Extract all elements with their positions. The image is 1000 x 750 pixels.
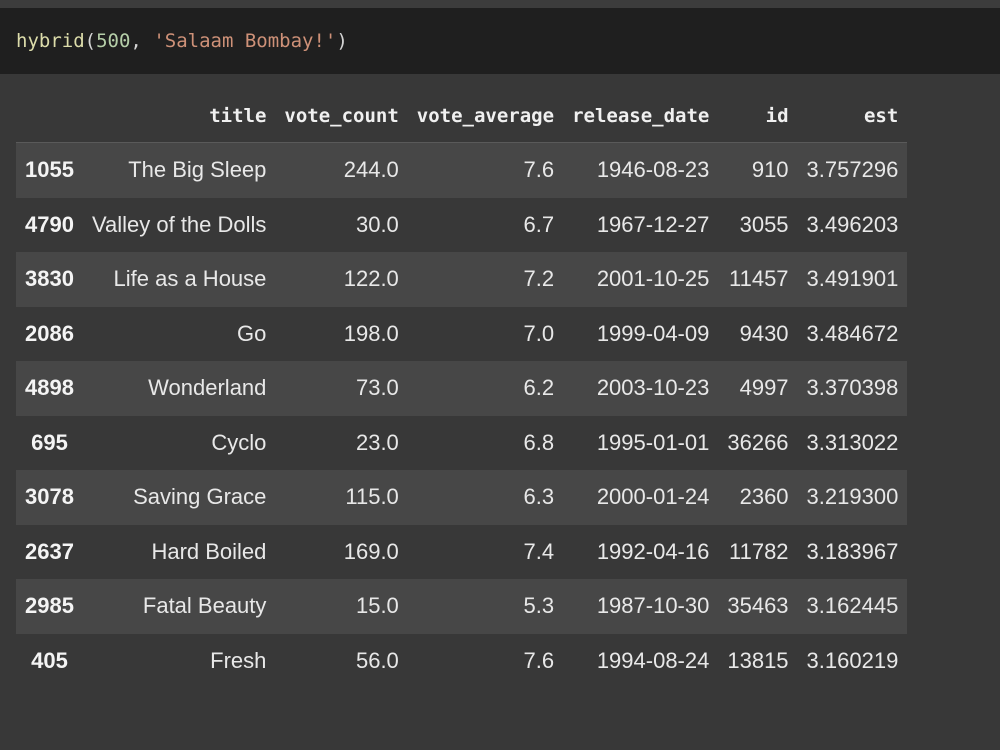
row-index: 3830 bbox=[25, 266, 74, 292]
cell-vote-count: 30.0 bbox=[355, 211, 399, 237]
cell-title: Life as a House bbox=[113, 266, 267, 292]
code-comma: , bbox=[130, 30, 154, 52]
code-arg-number: 500 bbox=[96, 30, 131, 52]
cell-title: The Big Sleep bbox=[128, 157, 267, 183]
table-row: 405 Fresh 56.0 7.6 1994-08-24 13815 3.16… bbox=[16, 633, 908, 688]
cell-est: 3.162445 bbox=[806, 593, 899, 619]
cell-id: 910 bbox=[751, 157, 789, 183]
cell-title: Fatal Beauty bbox=[142, 593, 267, 619]
cell-id: 35463 bbox=[727, 593, 789, 619]
cell-release-date: 1994-08-24 bbox=[596, 647, 710, 673]
cell-id: 3055 bbox=[739, 211, 789, 237]
cell-release-date: 2000-01-24 bbox=[596, 484, 710, 510]
table-row: 2637 Hard Boiled 169.0 7.4 1992-04-16 11… bbox=[16, 524, 908, 579]
cell-vote-average: 7.2 bbox=[523, 266, 555, 292]
cell-title: Saving Grace bbox=[133, 484, 267, 510]
cell-title: Go bbox=[237, 320, 267, 346]
cell-id: 2360 bbox=[739, 484, 789, 510]
cell-est: 3.370398 bbox=[806, 375, 899, 401]
row-index: 2086 bbox=[25, 320, 74, 346]
cell-vote-count: 15.0 bbox=[355, 593, 399, 619]
cell-vote-average: 6.8 bbox=[523, 429, 555, 455]
cell-release-date: 2003-10-23 bbox=[596, 375, 710, 401]
cell-release-date: 1967-12-27 bbox=[596, 211, 710, 237]
cell-vote-average: 6.7 bbox=[523, 211, 555, 237]
cell-release-date: 1999-04-09 bbox=[596, 320, 710, 346]
table-header-row: title vote_count vote_average release_da… bbox=[16, 90, 908, 143]
cell-release-date: 2001-10-25 bbox=[596, 266, 710, 292]
cell-vote-average: 7.6 bbox=[523, 157, 555, 183]
table-row: 3830 Life as a House 122.0 7.2 2001-10-2… bbox=[16, 252, 908, 307]
row-index: 1055 bbox=[25, 157, 74, 183]
row-index: 405 bbox=[31, 647, 68, 673]
cell-vote-count: 23.0 bbox=[355, 429, 399, 455]
table-row: 695 Cyclo 23.0 6.8 1995-01-01 36266 3.31… bbox=[16, 415, 908, 470]
cell-vote-average: 7.4 bbox=[523, 538, 555, 564]
cell-vote-average: 7.6 bbox=[523, 647, 555, 673]
cell-title: Hard Boiled bbox=[151, 538, 267, 564]
cell-est: 3.757296 bbox=[806, 157, 899, 183]
header-vote-count: vote_count bbox=[275, 90, 408, 143]
cell-id: 11457 bbox=[729, 266, 789, 292]
cell-id: 11782 bbox=[729, 538, 789, 564]
row-index: 695 bbox=[31, 429, 68, 455]
cell-title: Valley of the Dolls bbox=[91, 211, 267, 237]
header-id: id bbox=[718, 90, 798, 143]
table-row: 1055 The Big Sleep 244.0 7.6 1946-08-23 … bbox=[16, 142, 908, 198]
table-row: 2086 Go 198.0 7.0 1999-04-09 9430 3.4846… bbox=[16, 306, 908, 361]
row-index: 4898 bbox=[25, 375, 74, 401]
cell-id: 4997 bbox=[739, 375, 789, 401]
header-vote-average: vote_average bbox=[407, 90, 564, 143]
header-release-date: release_date bbox=[563, 90, 719, 143]
row-index: 3078 bbox=[25, 484, 74, 510]
cell-est: 3.491901 bbox=[806, 266, 899, 292]
cell-vote-count: 115.0 bbox=[345, 484, 399, 510]
cell-id: 13815 bbox=[727, 647, 789, 673]
cell-id: 36266 bbox=[727, 429, 789, 455]
cell-vote-count: 56.0 bbox=[355, 647, 399, 673]
cell-release-date: 1995-01-01 bbox=[596, 429, 710, 455]
cell-release-date: 1992-04-16 bbox=[596, 538, 710, 564]
cell-id: 9430 bbox=[739, 320, 789, 346]
cell-vote-average: 7.0 bbox=[523, 320, 555, 346]
cell-est: 3.496203 bbox=[806, 211, 899, 237]
cell-vote-count: 244.0 bbox=[343, 157, 399, 183]
cell-title: Cyclo bbox=[211, 429, 267, 455]
table-row: 2985 Fatal Beauty 15.0 5.3 1987-10-30 35… bbox=[16, 579, 908, 634]
header-title: title bbox=[82, 90, 276, 143]
cell-vote-average: 6.3 bbox=[523, 484, 555, 510]
cell-vote-count: 122.0 bbox=[343, 266, 399, 292]
cell-est: 3.484672 bbox=[806, 320, 899, 346]
cell-title: Wonderland bbox=[148, 375, 267, 401]
cell-release-date: 1946-08-23 bbox=[596, 157, 710, 183]
code-arg-string: 'Salaam Bombay!' bbox=[153, 30, 337, 52]
row-index: 2637 bbox=[25, 538, 74, 564]
code-function-name: hybrid bbox=[16, 30, 85, 52]
code-open-paren: ( bbox=[84, 30, 97, 52]
cell-output: title vote_count vote_average release_da… bbox=[0, 74, 1000, 750]
table-row: 4898 Wonderland 73.0 6.2 2003-10-23 4997… bbox=[16, 361, 908, 416]
header-est: est bbox=[797, 90, 908, 143]
cell-est: 3.183967 bbox=[806, 538, 899, 564]
cell-vote-average: 5.3 bbox=[523, 593, 555, 619]
table-row: 4790 Valley of the Dolls 30.0 6.7 1967-1… bbox=[16, 197, 908, 252]
code-cell[interactable]: hybrid(500, 'Salaam Bombay!') bbox=[0, 8, 1000, 74]
cell-est: 3.160219 bbox=[806, 647, 899, 673]
cell-release-date: 1987-10-30 bbox=[596, 593, 710, 619]
dataframe-table: title vote_count vote_average release_da… bbox=[16, 90, 908, 688]
top-strip bbox=[0, 0, 1000, 8]
cell-vote-count: 198.0 bbox=[343, 320, 399, 346]
row-index: 2985 bbox=[25, 593, 74, 619]
code-close-paren: ) bbox=[336, 30, 348, 52]
cell-est: 3.219300 bbox=[806, 484, 899, 510]
cell-vote-average: 6.2 bbox=[523, 375, 555, 401]
cell-vote-count: 73.0 bbox=[355, 375, 399, 401]
cell-est: 3.313022 bbox=[806, 429, 899, 455]
table-row: 3078 Saving Grace 115.0 6.3 2000-01-24 2… bbox=[16, 470, 908, 525]
cell-vote-count: 169.0 bbox=[343, 538, 399, 564]
header-index bbox=[16, 90, 83, 143]
row-index: 4790 bbox=[25, 211, 74, 237]
cell-title: Fresh bbox=[210, 647, 267, 673]
